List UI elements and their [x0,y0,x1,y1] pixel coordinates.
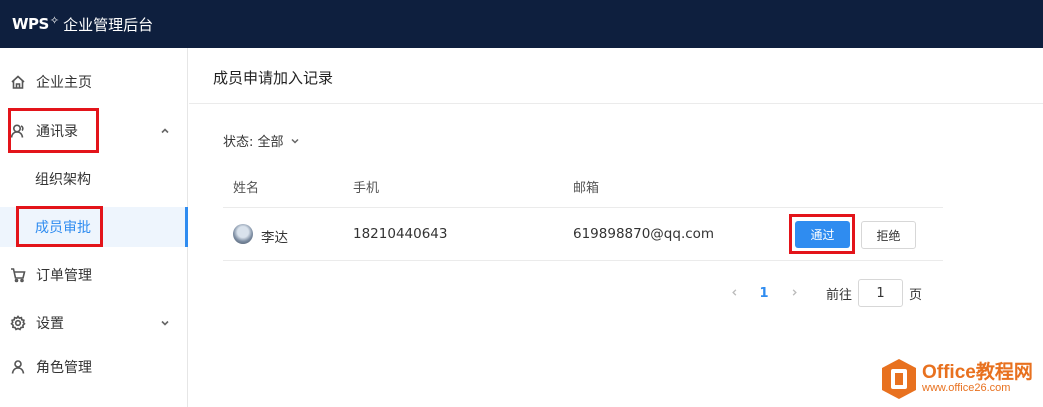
watermark-title: Office教程网 [922,362,1033,384]
chevron-up-icon [160,124,170,140]
sidebar-item-member-approval[interactable]: 成员审批 [0,207,188,247]
sidebar-item-roles[interactable]: 角色管理 [0,347,188,387]
sidebar-item-home[interactable]: 企业主页 [0,62,188,102]
sidebar-item-orders[interactable]: 订单管理 [0,255,188,295]
user-icon [8,357,28,377]
avatar [233,224,253,244]
table-row: 李达 18210440643 619898870@qq.com 通过 拒绝 [223,208,943,261]
next-page-button[interactable] [784,286,804,301]
sidebar-item-label: 通讯录 [36,124,78,140]
sidebar-item-org-structure[interactable]: 组织架构 [0,159,188,199]
contacts-icon [8,121,28,141]
chevron-left-icon [731,288,736,296]
status-filter-dropdown[interactable]: 状态: 全部 [223,131,300,150]
home-icon [8,72,28,92]
logo-mark-icon: ✧ [49,13,60,27]
app-title: 企业管理后台 [63,15,154,34]
prev-page-button[interactable] [724,286,744,301]
pagination: 1 前往 页 [724,279,923,307]
member-email: 619898870@qq.com [573,226,715,242]
member-phone: 18210440643 [353,226,448,242]
sidebar-item-label: 企业主页 [36,75,92,91]
divider [189,103,1043,104]
sidebar-item-label: 设置 [36,316,64,332]
gear-icon [8,313,28,333]
reject-button[interactable]: 拒绝 [861,221,916,249]
sidebar: 企业主页 通讯录 组织架构 成员审批 订单管理 设置 角色管理 [0,48,188,407]
page-title: 成员申请加入记录 [213,69,334,87]
chevron-down-icon [160,316,170,332]
chevron-down-icon [290,138,299,144]
column-header-email: 邮箱 [573,181,600,196]
sidebar-item-label: 角色管理 [36,360,92,376]
approve-button[interactable]: 通过 [795,221,850,248]
goto-page-input[interactable] [858,279,904,307]
page-number-current[interactable]: 1 [744,286,784,301]
column-header-name: 姓名 [233,181,260,196]
cart-icon [8,265,28,285]
chevron-right-icon [792,288,797,296]
applications-table: 姓名 手机 邮箱 李达 18210440643 619898870@qq.com… [223,166,943,261]
sidebar-item-label: 订单管理 [36,268,92,284]
sidebar-item-label: 组织架构 [35,172,91,188]
watermark-url: www.office26.com [922,382,1011,395]
sidebar-item-contacts[interactable]: 通讯录 [0,111,188,151]
sidebar-item-label: 成员审批 [35,220,91,236]
table-header: 姓名 手机 邮箱 [223,166,943,208]
sidebar-item-settings[interactable]: 设置 [0,303,188,343]
watermark: Office教程网 www.office26.com [880,355,1040,403]
top-bar: WPS ✧ 企业管理后台 [0,0,1043,48]
goto-label: 前往 [826,287,853,303]
main-content: 成员申请加入记录 状态: 全部 姓名 手机 邮箱 李达 18210440643 … [189,48,1043,407]
wps-logo: WPS [12,15,49,33]
goto-suffix: 页 [909,287,923,303]
member-name: 李达 [261,230,288,246]
column-header-phone: 手机 [353,181,380,196]
status-filter-label: 状态: 全部 [223,135,284,150]
office-logo-icon [880,357,918,401]
